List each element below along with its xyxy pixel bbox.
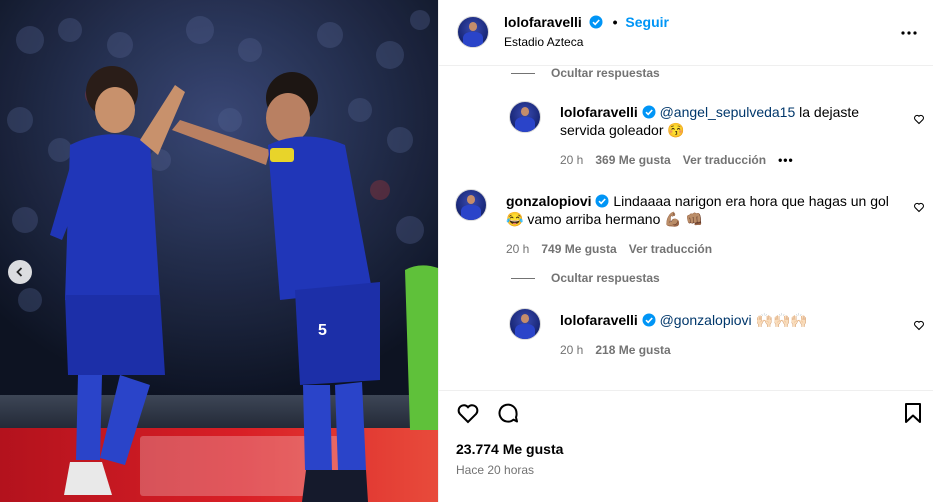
like-heart-icon[interactable]	[456, 401, 480, 425]
reply-username[interactable]: lolofaravelli	[560, 104, 638, 120]
reply-comment: lolofaravelli @angel_sepulveda15 la deja…	[560, 103, 900, 167]
reply-mention-link[interactable]: @angel_sepulveda15	[660, 104, 796, 120]
reply-more-options[interactable]: •••	[778, 153, 794, 167]
reply-avatar[interactable]	[509, 308, 541, 340]
comment-username[interactable]: gonzalopiovi	[506, 193, 592, 209]
reply-translate-link[interactable]: Ver traducción	[683, 153, 766, 167]
comment-time[interactable]: 20 h	[506, 242, 529, 256]
verified-badge-icon	[589, 14, 607, 30]
reply-mention-link[interactable]: @gonzalopiovi	[660, 312, 752, 328]
comment-item: gonzalopiovi Lindaaaa narigon era hora q…	[506, 192, 901, 256]
reply-meta: 20 h 369 Me gusta Ver traducción •••	[560, 153, 900, 167]
comment-bubble-icon[interactable]	[496, 401, 520, 425]
follow-button[interactable]: Seguir	[625, 14, 669, 30]
reply-time[interactable]: 20 h	[560, 343, 583, 357]
reply-text: lolofaravelli @angel_sepulveda15 la deja…	[560, 103, 900, 139]
carousel-previous-button[interactable]	[8, 260, 32, 284]
svg-text:5: 5	[318, 322, 327, 339]
comment-likes[interactable]: 749 Me gusta	[541, 242, 616, 256]
like-comment-heart-icon[interactable]	[913, 200, 925, 213]
like-comment-heart-icon[interactable]	[913, 318, 925, 331]
verified-badge-icon	[642, 312, 656, 328]
hide-replies-label: Ocultar respuestas	[551, 271, 660, 285]
reply-username[interactable]: lolofaravelli	[560, 312, 638, 328]
reply-comment: lolofaravelli @gonzalopiovi 🙌🏻🙌🏻🙌🏻 20 h …	[560, 311, 900, 357]
verified-badge-icon	[642, 104, 656, 120]
post-photo[interactable]: 5	[0, 0, 438, 502]
post-timestamp[interactable]: Hace 20 horas	[456, 463, 534, 477]
chevron-left-icon	[15, 264, 25, 280]
post-header: lolofaravelli • Seguir Estadio Azteca	[439, 0, 933, 66]
post-location[interactable]: Estadio Azteca	[504, 35, 583, 49]
hide-replies-label: Ocultar respuestas	[551, 66, 660, 80]
reply-avatar[interactable]	[509, 101, 541, 133]
save-bookmark-icon[interactable]	[901, 401, 925, 425]
author-avatar[interactable]	[457, 16, 489, 48]
comments-list[interactable]: Ocultar respuestas lolofaravelli @angel_…	[439, 66, 933, 390]
players-illustration: 5	[50, 66, 438, 502]
commenter-avatar[interactable]	[455, 189, 487, 221]
post-actions: 23.774 Me gusta Hace 20 horas	[439, 390, 933, 502]
verified-badge-icon	[595, 193, 609, 209]
hide-replies-button[interactable]: Ocultar respuestas	[511, 66, 660, 80]
reply-likes[interactable]: 218 Me gusta	[595, 343, 670, 357]
reply-likes[interactable]: 369 Me gusta	[595, 153, 670, 167]
comment-translate-link[interactable]: Ver traducción	[629, 242, 712, 256]
reply-time[interactable]: 20 h	[560, 153, 583, 167]
comment-meta: 20 h 749 Me gusta Ver traducción	[506, 242, 901, 256]
more-options-icon[interactable]	[901, 19, 917, 40]
post-side-panel: lolofaravelli • Seguir Estadio Azteca Oc…	[438, 0, 933, 502]
author-username[interactable]: lolofaravelli	[504, 14, 582, 30]
reply-body: 🙌🏻🙌🏻🙌🏻	[751, 312, 808, 328]
reply-text: lolofaravelli @gonzalopiovi 🙌🏻🙌🏻🙌🏻	[560, 311, 900, 329]
comment-text: gonzalopiovi Lindaaaa narigon era hora q…	[506, 192, 901, 228]
reply-meta: 20 h 218 Me gusta	[560, 343, 900, 357]
author-username-row: lolofaravelli • Seguir	[504, 14, 669, 30]
hide-replies-button[interactable]: Ocultar respuestas	[511, 271, 660, 285]
likes-count[interactable]: 23.774 Me gusta	[456, 441, 563, 457]
like-comment-heart-icon[interactable]	[913, 112, 925, 125]
header-separator: •	[612, 14, 618, 30]
